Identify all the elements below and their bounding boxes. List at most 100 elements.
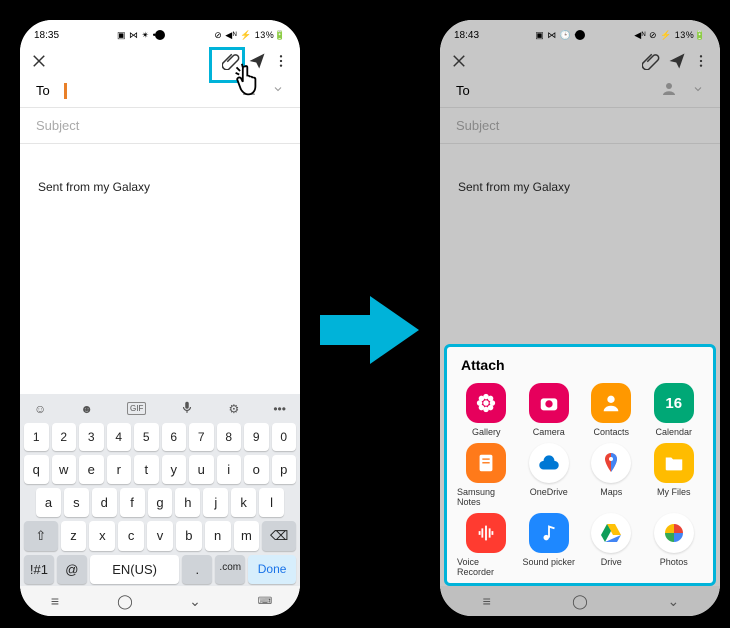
back-key[interactable]: ⌄	[186, 592, 204, 610]
send-icon[interactable]	[668, 52, 686, 70]
close-icon[interactable]	[30, 52, 48, 70]
spacebar[interactable]: EN(US)	[90, 555, 180, 584]
key-g[interactable]: g	[148, 488, 173, 517]
attach-item-voice-recorder[interactable]: Voice Recorder	[457, 513, 516, 577]
subject-field: Subject	[440, 108, 720, 144]
emoji-icon[interactable]: ☺	[34, 402, 46, 416]
key-0[interactable]: 0	[272, 423, 297, 451]
front-camera-dot	[155, 30, 165, 40]
key-y[interactable]: y	[162, 455, 187, 484]
key-s[interactable]: s	[64, 488, 89, 517]
key-9[interactable]: 9	[244, 423, 269, 451]
key-a[interactable]: a	[36, 488, 61, 517]
key-d[interactable]: d	[92, 488, 117, 517]
key-i[interactable]: i	[217, 455, 242, 484]
key-1[interactable]: 1	[24, 423, 49, 451]
attach-item-my-files[interactable]: My Files	[645, 443, 704, 507]
attach-item-photos[interactable]: Photos	[645, 513, 704, 577]
more-icon[interactable]	[694, 52, 708, 70]
recents-key[interactable]: ≡	[46, 592, 64, 610]
key-v[interactable]: v	[147, 521, 173, 551]
key-z[interactable]: z	[61, 521, 87, 551]
key-m[interactable]: m	[234, 521, 260, 551]
attach-item-camera[interactable]: Camera	[520, 383, 579, 437]
attach-item-sound-picker[interactable]: Sound picker	[520, 513, 579, 577]
to-label: To	[456, 83, 470, 98]
key-2[interactable]: 2	[52, 423, 77, 451]
shift-key[interactable]: ⇧	[24, 521, 58, 551]
key-3[interactable]: 3	[79, 423, 104, 451]
key-k[interactable]: k	[231, 488, 256, 517]
attach-item-gallery[interactable]: Gallery	[457, 383, 516, 437]
home-key[interactable]: ◯	[116, 592, 134, 610]
key-u[interactable]: u	[189, 455, 214, 484]
key-b[interactable]: b	[176, 521, 202, 551]
key-c[interactable]: c	[118, 521, 144, 551]
attach-item-label: Drive	[601, 557, 622, 567]
kb-switch-key[interactable]: ⌨	[256, 592, 274, 610]
key-e[interactable]: e	[79, 455, 104, 484]
expand-icon[interactable]	[272, 83, 284, 98]
drive-icon	[591, 513, 631, 553]
recents-key[interactable]: ≡	[478, 592, 496, 610]
attach-sheet: Attach GalleryCameraContacts16CalendarSa…	[444, 344, 716, 586]
key-o[interactable]: o	[244, 455, 269, 484]
key-x[interactable]: x	[89, 521, 115, 551]
close-icon[interactable]	[450, 52, 468, 70]
key-h[interactable]: h	[175, 488, 200, 517]
phone-left: 18:35 ▣ ⋈ ✴ • ⊘ ◀ᴺ ⚡ 13%🔋 To Subject Sen…	[12, 12, 308, 624]
key-8[interactable]: 8	[217, 423, 242, 451]
attach-icon[interactable]	[642, 52, 660, 70]
attach-item-contacts[interactable]: Contacts	[582, 383, 641, 437]
dotcom-key[interactable]: .com	[215, 555, 245, 584]
attach-item-drive[interactable]: Drive	[582, 513, 641, 577]
key-j[interactable]: j	[203, 488, 228, 517]
attach-item-maps[interactable]: Maps	[582, 443, 641, 507]
key-n[interactable]: n	[205, 521, 231, 551]
email-body[interactable]: Sent from my Galaxy	[20, 144, 300, 394]
attach-item-label: Maps	[600, 487, 622, 497]
key-f[interactable]: f	[120, 488, 145, 517]
key-7[interactable]: 7	[189, 423, 214, 451]
front-camera-dot	[575, 30, 585, 40]
key-l[interactable]: l	[259, 488, 284, 517]
back-key[interactable]: ⌄	[664, 592, 682, 610]
battery-status: ◀ᴺ ⊘ ⚡ 13%🔋	[634, 30, 706, 41]
settings-icon[interactable]: ⚙	[229, 402, 240, 416]
cloud-icon	[529, 443, 569, 483]
key-r[interactable]: r	[107, 455, 132, 484]
attach-item-label: Voice Recorder	[457, 557, 516, 577]
subject-field[interactable]: Subject	[20, 108, 300, 144]
nav-bar: ≡ ◯ ⌄ ⌨	[20, 586, 300, 616]
attach-item-label: Gallery	[472, 427, 501, 437]
music-icon	[529, 513, 569, 553]
key-q[interactable]: q	[24, 455, 49, 484]
symbols-key[interactable]: !#1	[24, 555, 54, 584]
attach-item-calendar[interactable]: 16Calendar	[645, 383, 704, 437]
gif-icon[interactable]: GIF	[127, 402, 146, 415]
home-key[interactable]: ◯	[571, 592, 589, 610]
more-icon[interactable]	[274, 52, 288, 70]
at-key[interactable]: @	[57, 555, 87, 584]
attach-item-label: Camera	[533, 427, 565, 437]
mic-icon[interactable]	[180, 400, 194, 417]
attach-item-onedrive[interactable]: OneDrive	[520, 443, 579, 507]
key-w[interactable]: w	[52, 455, 77, 484]
kb-more-icon[interactable]: •••	[273, 402, 286, 416]
camera-icon	[529, 383, 569, 423]
hand-cursor-icon	[232, 62, 268, 103]
attach-item-label: Samsung Notes	[457, 487, 516, 507]
key-p[interactable]: p	[272, 455, 297, 484]
key-6[interactable]: 6	[162, 423, 187, 451]
period-key[interactable]: .	[182, 555, 212, 584]
key-5[interactable]: 5	[134, 423, 159, 451]
16-icon: 16	[654, 383, 694, 423]
done-key[interactable]: Done	[248, 555, 296, 584]
sticker-icon[interactable]: ☻	[80, 402, 93, 416]
attach-item-samsung-notes[interactable]: Samsung Notes	[457, 443, 516, 507]
key-t[interactable]: t	[134, 455, 159, 484]
compose-toolbar	[440, 46, 720, 76]
note-icon	[466, 443, 506, 483]
backspace-key[interactable]: ⌫	[262, 521, 296, 551]
key-4[interactable]: 4	[107, 423, 132, 451]
